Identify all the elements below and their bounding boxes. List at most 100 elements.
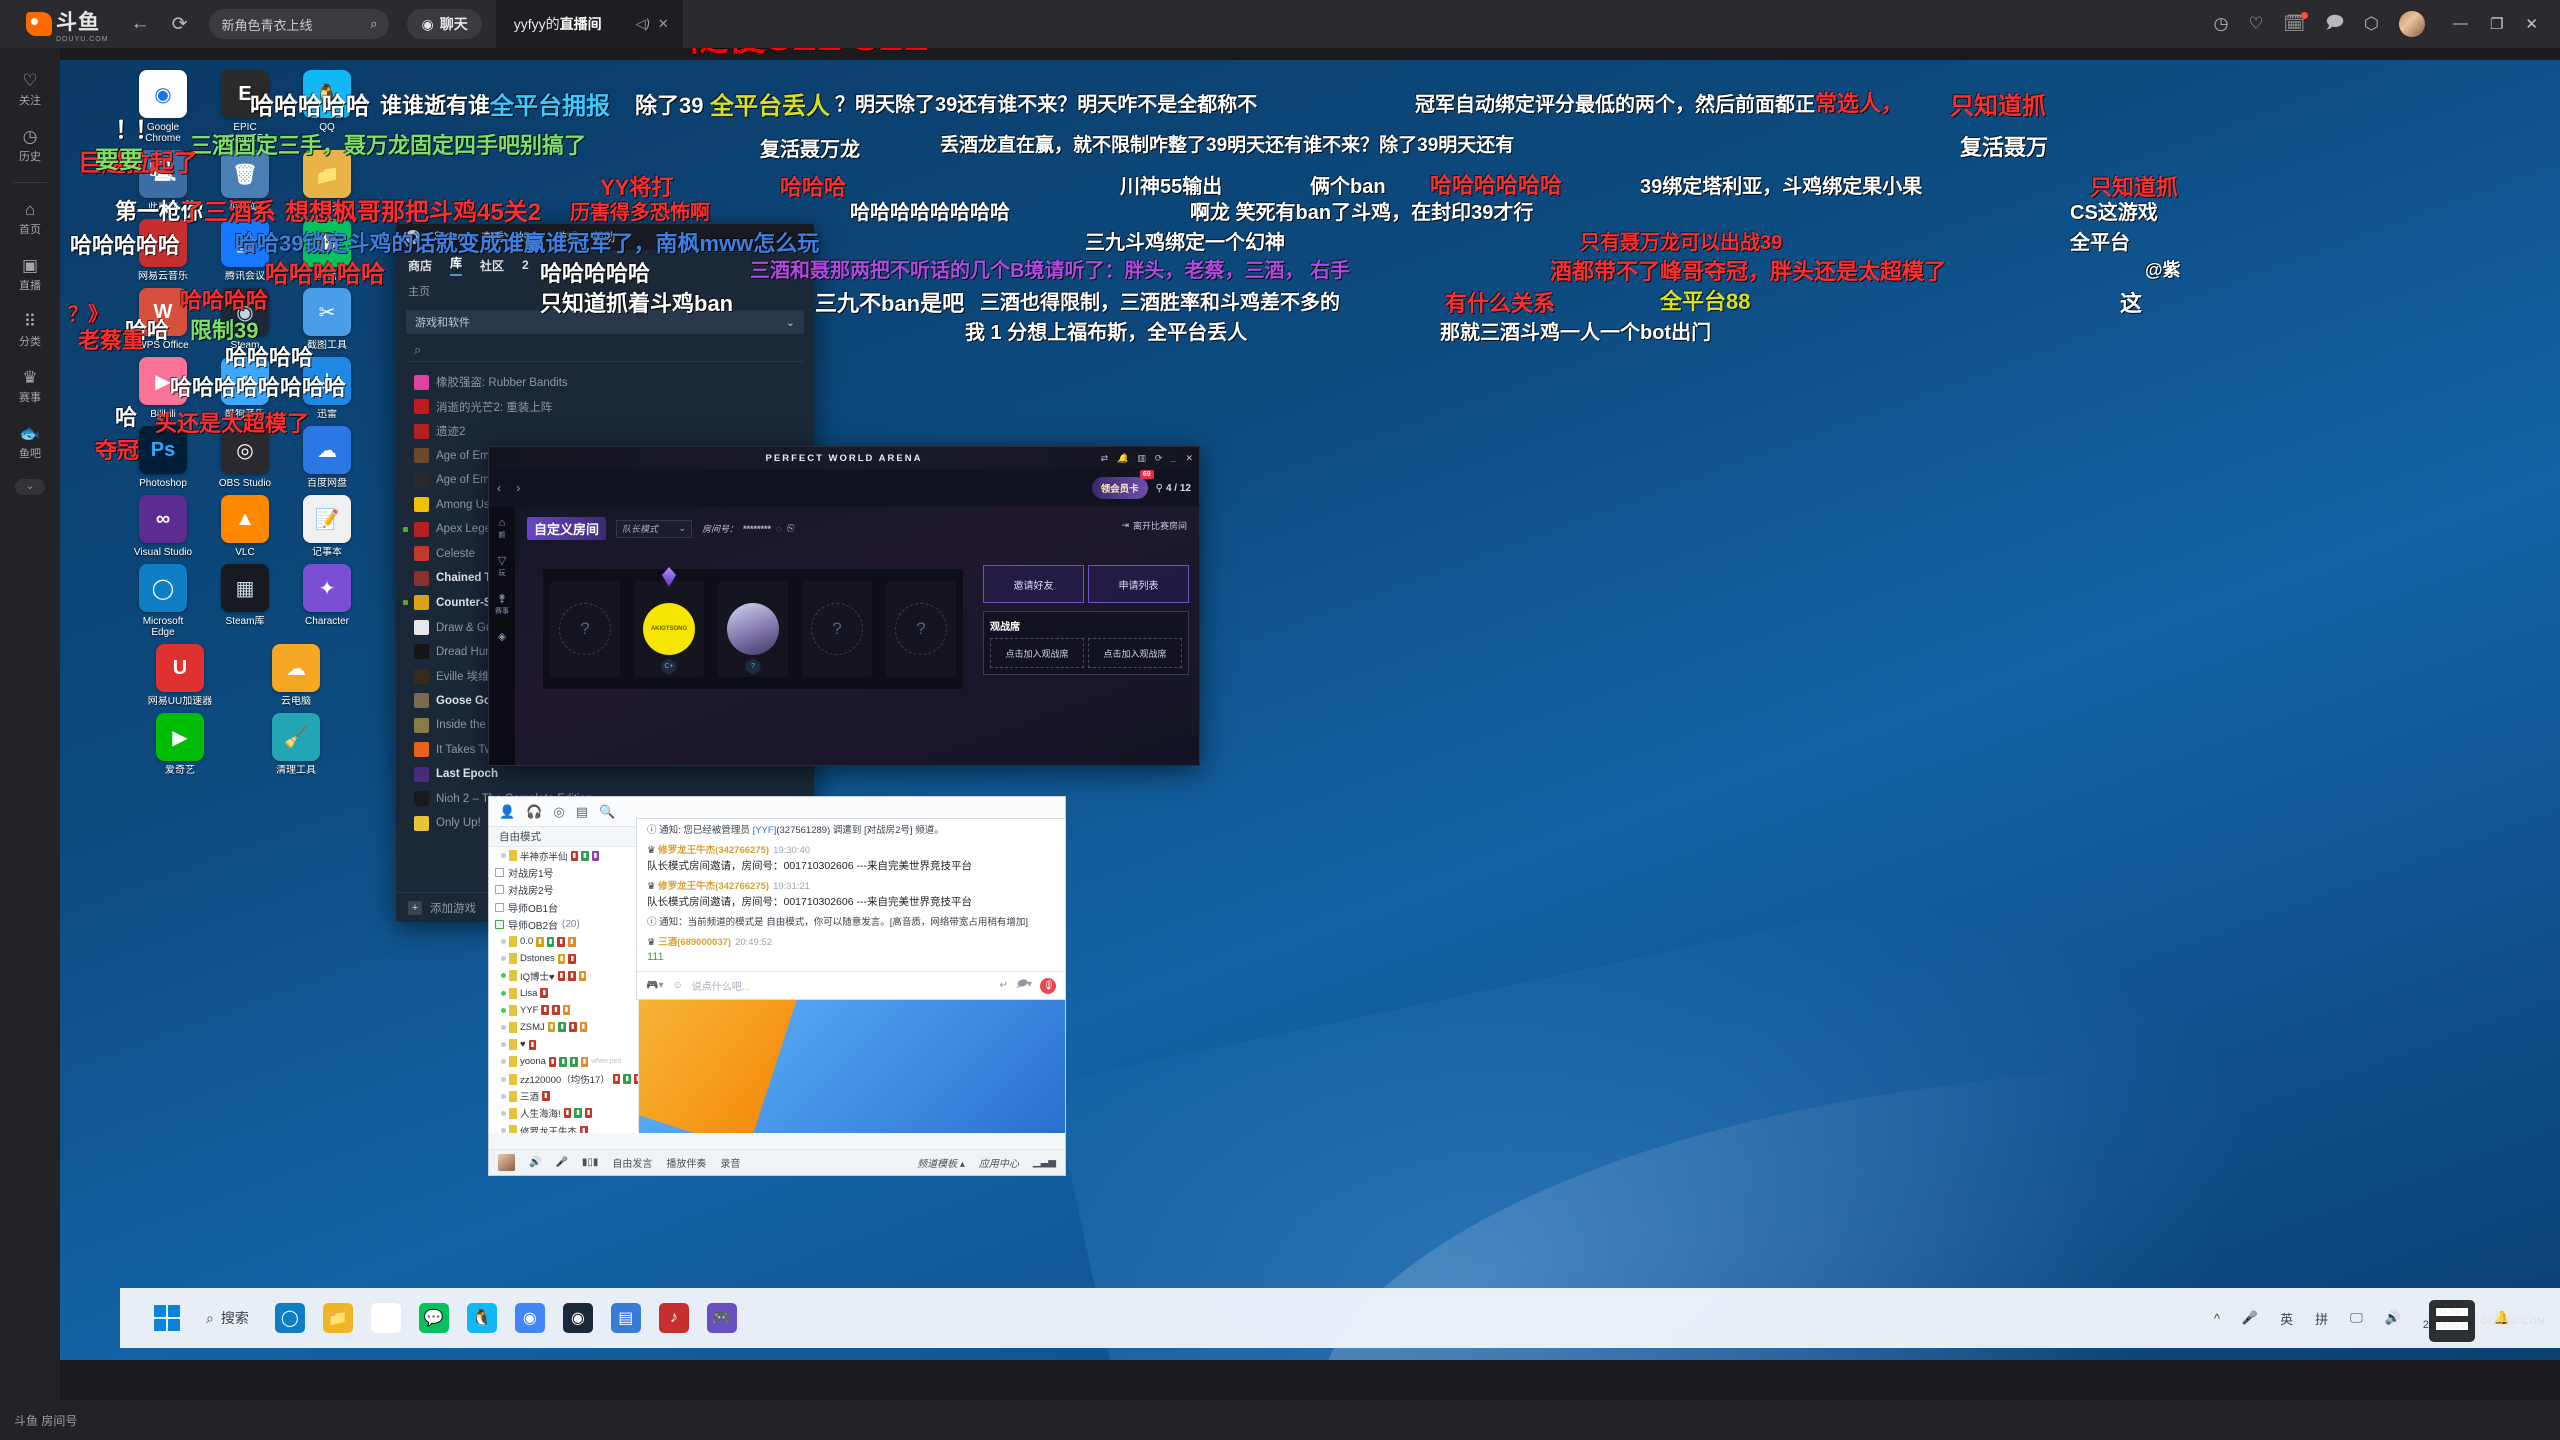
yy-user-item[interactable]: 半神亦半仙 ▮ ▮ ▮	[489, 847, 638, 864]
record-label[interactable]: 录音	[720, 1155, 740, 1170]
steam-menu-item[interactable]: 好友	[518, 229, 541, 245]
yy-user-item[interactable]: 0.0 ▮ ▮ ▮ ▮	[489, 933, 638, 950]
close-button[interactable]: ✕	[1185, 453, 1193, 464]
steam-game-row[interactable]: 消逝的光芒2: 重装上阵	[402, 395, 814, 420]
room-tab[interactable]: yyfyy的直播间 ◁) ✕	[495, 0, 683, 48]
chat-button[interactable]: ◉ 聊天	[407, 9, 482, 39]
person-icon[interactable]: 👤	[499, 804, 515, 820]
desktop-icon[interactable]: ▶ 爱奇艺	[130, 713, 230, 776]
microphone-button[interactable]: 🎙	[1040, 977, 1056, 994]
desktop-icon[interactable]: 🗑 回收站	[212, 150, 278, 213]
calendar-icon[interactable]: 🗓	[2284, 12, 2309, 34]
desktop-icon[interactable]: ♬ 酷狗音乐	[212, 357, 278, 420]
yy-mode-label[interactable]: 自由模式	[499, 829, 541, 844]
avatar[interactable]	[2398, 11, 2425, 37]
join-spectate-button-2[interactable]: 点击加入观战席	[1088, 638, 1182, 668]
steam-filter-dropdown[interactable]: 游戏和软件 ⌄	[406, 310, 804, 334]
pwa-rail-item-2[interactable]: ⚵ 赛事	[495, 592, 509, 616]
yy-user-item[interactable]: ♥ ▮	[489, 1036, 638, 1053]
steam-subnav-home[interactable]: 主页	[396, 280, 814, 302]
refresh-icon[interactable]: ⟳	[1155, 453, 1163, 464]
play-accompaniment-label[interactable]: 播放伴奏	[666, 1155, 706, 1170]
tray-mic-icon[interactable]: 🎤	[2242, 1310, 2258, 1326]
desktop-icon[interactable]: ◉ Google Chrome	[130, 70, 196, 144]
start-button[interactable]	[154, 1305, 180, 1331]
yy-user-item[interactable]: yoona ▮ ▮ ▮ ▮ when peo	[489, 1053, 638, 1070]
steam-game-row[interactable]: 遗迹2	[402, 419, 814, 444]
pwa-title-controls[interactable]: ⇄ 🔔 ▥ ⟳ _ ✕	[1101, 453, 1193, 464]
join-spectate-button-1[interactable]: 点击加入观战席	[990, 638, 1084, 668]
desktop-icon[interactable]: ✦ Character	[294, 564, 360, 638]
close-icon[interactable]: ✕	[658, 16, 669, 32]
bell-icon[interactable]: 🔔	[1117, 453, 1128, 464]
steam-nav-profile[interactable]: 2	[522, 258, 529, 272]
pwa-rail-item-0[interactable]: ⌂ 颜	[499, 517, 506, 540]
emoji-icon[interactable]: ☺	[672, 980, 682, 991]
desktop-icon[interactable]: ✂ 截图工具	[294, 288, 360, 351]
steam-navbar[interactable]: 商店 库 社区 2	[396, 250, 814, 280]
desktop-icon[interactable]: 📁 文件夹	[294, 150, 360, 213]
yy-user-item[interactable]: 三酒 ▮	[489, 1088, 638, 1105]
favorite-icon[interactable]: ♡	[2248, 14, 2263, 34]
sidebar-more-button[interactable]: ⌄	[15, 479, 45, 495]
channel-template-button[interactable]: 频道模板 ▴	[917, 1155, 965, 1170]
steam-menu-item[interactable]: 查看	[481, 229, 504, 245]
taskbar-search[interactable]: ⌕ 搜索	[206, 1308, 249, 1328]
yy-message-nick[interactable]: 三酒(689000037)	[658, 937, 731, 948]
signal-icon[interactable]: ▥	[1137, 453, 1146, 464]
pwa-nav-arrows[interactable]: ‹ ›	[497, 481, 526, 495]
desktop-icon[interactable]: ▶ Bilibili	[130, 357, 196, 420]
close-button[interactable]: ✕	[2525, 15, 2538, 33]
desktop-icon[interactable]: W WPS Office	[130, 288, 196, 351]
titlebar-right-icons[interactable]: ◷ ♡ 🗓 🗩 ⬡ — ❐ ✕	[2214, 10, 2560, 39]
desktop-icon[interactable]: 🐧 QQ	[294, 70, 360, 144]
minimize-button[interactable]: _	[1171, 453, 1176, 463]
taskbar-pinned-edge[interactable]: ◯	[274, 1303, 305, 1333]
sidebar-item-category[interactable]: ⠿ 分类	[0, 303, 60, 359]
desktop-icon[interactable]: 🖳 此电脑	[130, 150, 196, 213]
steam-search-input[interactable]: ⌕	[406, 338, 804, 362]
microphone-icon[interactable]: 🎤	[555, 1157, 567, 1168]
sidebar-item-live[interactable]: ▣ 直播	[0, 247, 60, 303]
pwa-left-rail[interactable]: ⌂ 颜 ▽ 玩 ⚵ 赛事 ◈	[489, 507, 515, 765]
yy-user-item[interactable]: IQ博士♥ ▮ ▮ ▮	[489, 967, 638, 984]
windows-taskbar[interactable]: ⌕ 搜索 ◯📁◉💬🐧◉◉▤♪🎮 ^ 🎤 英 拼 🖵 🔊 20:50 2024/8…	[120, 1288, 2560, 1348]
taskbar-pinned-qq[interactable]: 🐧	[466, 1303, 497, 1333]
eye-off-icon[interactable]: ◌	[776, 524, 781, 534]
send-enter-icon[interactable]: ↵	[999, 980, 1007, 991]
room-tab-controls[interactable]: ◁) ✕	[636, 16, 669, 32]
sidebar-item-events[interactable]: ♛ 赛事	[0, 359, 60, 415]
pwa-mode-select[interactable]: 队长模式 ⌄	[616, 519, 693, 538]
search-icon[interactable]: 🔍	[599, 804, 615, 820]
desktop-icon[interactable]: ▲ VLC	[212, 495, 278, 558]
perfect-world-arena-window[interactable]: PERFECT WORLD ARENA ⇄ 🔔 ▥ ⟳ _ ✕ ‹ › 领会员卡…	[488, 446, 1200, 766]
list-icon[interactable]: ▤	[576, 804, 588, 820]
yy-channel-item[interactable]: 导师OB2台 (20)	[489, 916, 638, 933]
pwa-player-slot-4[interactable]: ?	[886, 581, 956, 677]
desktop-icon[interactable]: ◯ Microsoft Edge	[130, 564, 196, 638]
speaker-icon[interactable]: 🔊	[529, 1157, 541, 1168]
refresh-button[interactable]: ⟳	[172, 13, 188, 36]
yy-user-item[interactable]: YYF ▮ ▮ ▮	[489, 1002, 638, 1019]
steam-nav-store[interactable]: 商店	[408, 257, 432, 274]
yy-user-item[interactable]: Lisa ▮	[489, 985, 638, 1002]
yy-chat-input[interactable]: 说点什么吧...	[692, 978, 991, 993]
pwa-player-slot-0[interactable]: ?	[550, 581, 620, 677]
app-center-button[interactable]: 应用中心	[979, 1155, 1019, 1170]
pwa-player-slots[interactable]: ? AKIOTSONG C+???	[543, 567, 963, 689]
taskbar-pinned-chrome[interactable]: ◉	[370, 1303, 401, 1333]
desktop-icon[interactable]: 🧹 清理工具	[246, 713, 346, 776]
steam-menu-item[interactable]: Steam	[434, 231, 467, 243]
tray-expand-icon[interactable]: ^	[2214, 1311, 2220, 1326]
sidebar-item-history[interactable]: ◷ 历史	[0, 118, 60, 174]
steam-nav-library[interactable]: 库	[450, 254, 463, 276]
desktop-icon[interactable]: ⤓ 迅雷	[294, 357, 360, 420]
yy-user-item[interactable]: ZSMJ ▮ ▮ ▮ ▮	[489, 1019, 638, 1036]
douyu-sidebar[interactable]: ♡ 关注 ◷ 历史 ⌂ 首页 ▣ 直播 ⠿ 分类 ♛ 赛事 🐟 鱼吧 ⌄	[0, 48, 60, 1440]
desktop-icon[interactable]: ☁ 百度网盘	[294, 426, 360, 489]
desktop-icon[interactable]: ◉ Steam	[212, 288, 278, 351]
taskbar-pinned-wechat[interactable]: 💬	[418, 1303, 449, 1333]
desktop-icon[interactable]: ◎ OBS Studio	[212, 426, 278, 489]
tray-volume-icon[interactable]: 🔊	[2385, 1310, 2401, 1326]
equalizer-icon[interactable]: ▮▯▮	[582, 1157, 599, 1168]
